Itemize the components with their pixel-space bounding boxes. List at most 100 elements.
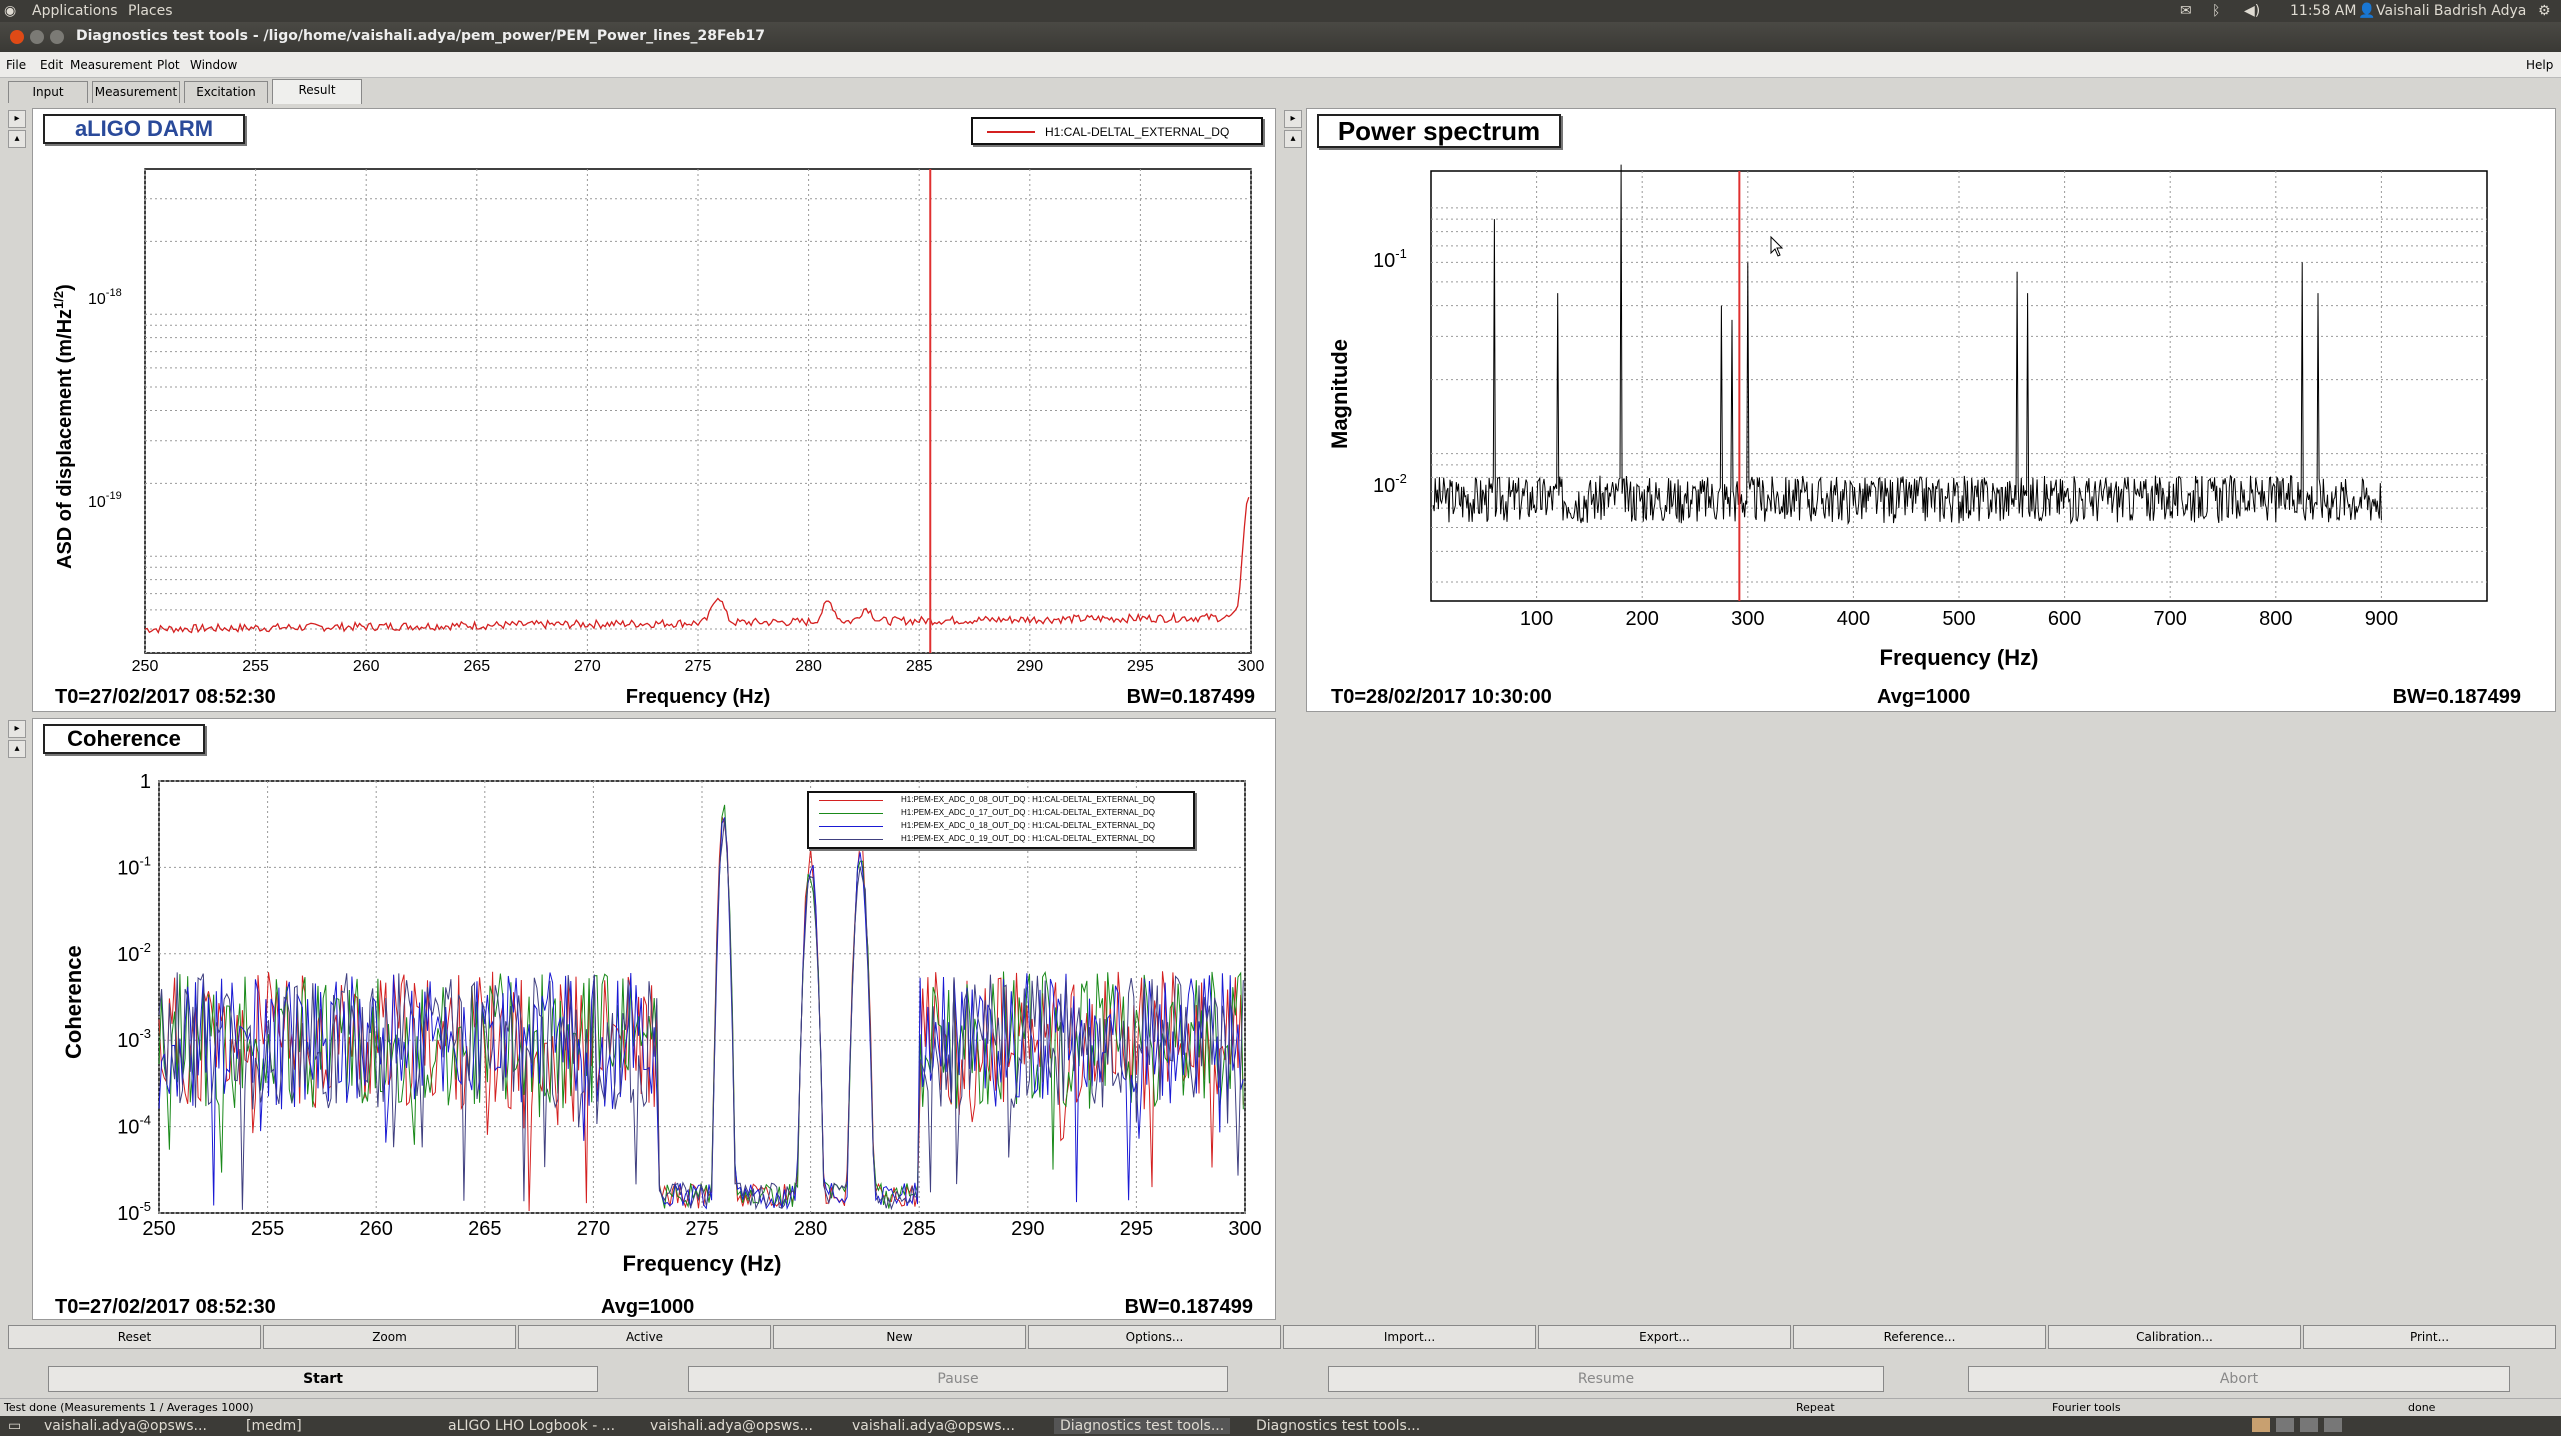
taskbar: ▭ vaishali.adya@opsws... [medm] aLIGO LH… xyxy=(0,1416,2561,1436)
darm-xlabel: Frequency (Hz) xyxy=(626,686,770,708)
plot-button-zoom[interactable]: Zoom xyxy=(263,1325,516,1349)
plot-button-options[interactable]: Options... xyxy=(1028,1325,1281,1349)
legend-swatch-4 xyxy=(819,839,883,840)
darm-plot-panel[interactable]: aLIGO DARM 250 255 260 265 270 275 280 285 290 29… xyxy=(32,108,1276,712)
menu-measurement[interactable]: Measurement xyxy=(70,58,152,72)
pad-next-button-2[interactable]: ▸ xyxy=(1284,110,1302,128)
pad-next-button-3[interactable]: ▸ xyxy=(8,720,26,738)
minimize-icon[interactable] xyxy=(30,30,44,44)
plot-button-calibration[interactable]: Calibration... xyxy=(2048,1325,2301,1349)
bluetooth-icon[interactable]: ᛒ xyxy=(2212,3,2220,19)
darm-legend-label: H1:CAL-DELTAL_EXTERNAL_DQ xyxy=(1045,125,1230,139)
places-menu[interactable]: Places xyxy=(128,3,173,19)
coherence-xtick-label: 300 xyxy=(1228,1218,1261,1240)
empty-plot-area xyxy=(1282,716,2558,1322)
coherence-x-ticks: 250 255 260 265 270 275 280 285 290 295 300 xyxy=(142,1218,1261,1240)
coherence-xtick-label: 255 xyxy=(251,1218,284,1240)
abort-button[interactable]: Abort xyxy=(1968,1366,2510,1392)
coherence-xtick-label: 285 xyxy=(903,1218,936,1240)
start-button[interactable]: Start xyxy=(48,1366,598,1392)
tab-excitation[interactable]: Excitation xyxy=(184,81,268,103)
plot-button-new[interactable]: New xyxy=(773,1325,1026,1349)
power-xlabel: Frequency (Hz) xyxy=(1880,645,2039,670)
workspace-2-icon[interactable] xyxy=(2276,1418,2294,1432)
plot-button-active[interactable]: Active xyxy=(518,1325,771,1349)
power-ytick-1e-2: 10-2 xyxy=(1373,471,1407,497)
menu-window[interactable]: Window xyxy=(190,58,237,72)
power-t0: T0=28/02/2017 10:30:00 xyxy=(1331,686,1552,708)
darm-xtick-label: 255 xyxy=(242,658,269,675)
plot-button-export[interactable]: Export... xyxy=(1538,1325,1791,1349)
power-x-ticks: 100 200 300 400 500 600 700 800 900 xyxy=(1520,608,2398,630)
legend-label-2: H1:PEM-EX_ADC_0_17_OUT_DQ : H1:CAL-DELTA… xyxy=(901,808,1156,817)
user-name[interactable]: Vaishali Badrish Adya xyxy=(2376,3,2526,19)
ubuntu-logo-icon[interactable]: ◉ xyxy=(4,3,16,19)
applications-menu[interactable]: Applications xyxy=(32,3,118,19)
coherence-plot-panel[interactable]: Coherence 250 255 260 265 270 275 280 285 290 295… xyxy=(32,718,1276,1320)
darm-bw: BW=0.187499 xyxy=(1127,686,1255,708)
darm-chart[interactable]: 250 255 260 265 270 275 280 285 290 295 300 10-18 … xyxy=(33,109,1275,711)
gear-icon[interactable]: ⚙ xyxy=(2538,3,2551,19)
taskbar-item-2[interactable]: [medm] xyxy=(246,1418,302,1434)
plot-button-reset[interactable]: Reset xyxy=(8,1325,261,1349)
system-top-bar: ◉ Applications Places ✉ ᛒ ◀) 11:58 AM 👤 … xyxy=(0,0,2561,22)
plot-button-reference[interactable]: Reference... xyxy=(1793,1325,2046,1349)
power-plot-panel[interactable]: Power spectrum 100 200 300 400 500 600 700 800 9… xyxy=(1306,108,2556,712)
menu-edit[interactable]: Edit xyxy=(40,58,63,72)
power-chart[interactable]: 100 200 300 400 500 600 700 800 900 10-1 10-2 Fr… xyxy=(1307,109,2555,711)
darm-xtick-label: 280 xyxy=(795,658,822,675)
workspace-4-icon[interactable] xyxy=(2324,1418,2342,1432)
legend-label-3: H1:PEM-EX_ADC_0_18_OUT_DQ : H1:CAL-DELTA… xyxy=(901,821,1156,830)
window-title-bar: Diagnostics test tools - /ligo/home/vais… xyxy=(0,22,2561,52)
taskbar-item-3[interactable]: aLIGO LHO Logbook - ... xyxy=(448,1418,615,1434)
volume-icon[interactable]: ◀) xyxy=(2244,3,2260,19)
plot-button-import[interactable]: Import... xyxy=(1283,1325,1536,1349)
menu-plot[interactable]: Plot xyxy=(157,58,180,72)
power-xtick-label: 500 xyxy=(1942,608,1975,630)
darm-ylabel: ASD of displacement (m/Hz1/2) xyxy=(51,284,76,569)
darm-t0: T0=27/02/2017 08:52:30 xyxy=(55,686,276,708)
taskbar-item-6[interactable]: Diagnostics test tools... xyxy=(1054,1418,1231,1434)
close-icon[interactable] xyxy=(10,30,24,44)
taskbar-item-4[interactable]: vaishali.adya@opsws... xyxy=(650,1418,813,1434)
menu-help[interactable]: Help xyxy=(2526,58,2553,72)
workspace-3-icon[interactable] xyxy=(2300,1418,2318,1432)
coherence-legend: H1:PEM-EX_ADC_0_08_OUT_DQ : H1:CAL-DELTA… xyxy=(807,791,1195,849)
show-desktop-icon[interactable]: ▭ xyxy=(8,1418,21,1434)
status-mode: Repeat xyxy=(1796,1401,1835,1414)
power-xtick-label: 200 xyxy=(1626,608,1659,630)
taskbar-item-1[interactable]: vaishali.adya@opsws... xyxy=(44,1418,207,1434)
power-ylabel: Magnitude xyxy=(1327,339,1352,449)
taskbar-item-7[interactable]: Diagnostics test tools... xyxy=(1256,1418,1420,1434)
maximize-icon[interactable] xyxy=(50,30,64,44)
pad-prev-button-2[interactable]: ▴ xyxy=(1284,130,1302,148)
taskbar-item-5[interactable]: vaishali.adya@opsws... xyxy=(852,1418,1015,1434)
darm-xtick-label: 250 xyxy=(132,658,159,675)
pad-prev-button-3[interactable]: ▴ xyxy=(8,740,26,758)
plot-button-print[interactable]: Print... xyxy=(2303,1325,2556,1349)
coherence-xtick-label: 265 xyxy=(468,1218,501,1240)
darm-legend: H1:CAL-DELTAL_EXTERNAL_DQ xyxy=(971,117,1263,145)
tab-input[interactable]: Input xyxy=(8,81,88,103)
tab-measurement[interactable]: Measurement xyxy=(92,81,180,103)
coherence-ytick-label: 10-3 xyxy=(117,1026,151,1052)
darm-xtick-label: 270 xyxy=(574,658,601,675)
pad-prev-button[interactable]: ▴ xyxy=(8,130,26,148)
pad-next-button[interactable]: ▸ xyxy=(8,110,26,128)
tab-bar: Input Measurement Excitation Result xyxy=(0,78,2561,104)
pause-button[interactable]: Pause xyxy=(688,1366,1228,1392)
legend-swatch-2 xyxy=(819,813,883,814)
resume-button[interactable]: Resume xyxy=(1328,1366,1884,1392)
menu-file[interactable]: File xyxy=(6,58,26,72)
darm-xtick-label: 300 xyxy=(1238,658,1265,675)
mail-icon[interactable]: ✉ xyxy=(2180,3,2192,19)
coherence-ytick-label: 1 xyxy=(140,771,151,793)
darm-xtick-label: 265 xyxy=(463,658,490,675)
clock[interactable]: 11:58 AM xyxy=(2290,3,2356,19)
coherence-xtick-label: 260 xyxy=(360,1218,393,1240)
tab-result[interactable]: Result xyxy=(272,79,362,104)
legend-swatch-1 xyxy=(819,800,883,801)
power-xtick-label: 700 xyxy=(2154,608,2187,630)
workspace-1-icon[interactable] xyxy=(2252,1418,2270,1432)
darm-ytick-1e-19: 10-19 xyxy=(88,490,122,511)
